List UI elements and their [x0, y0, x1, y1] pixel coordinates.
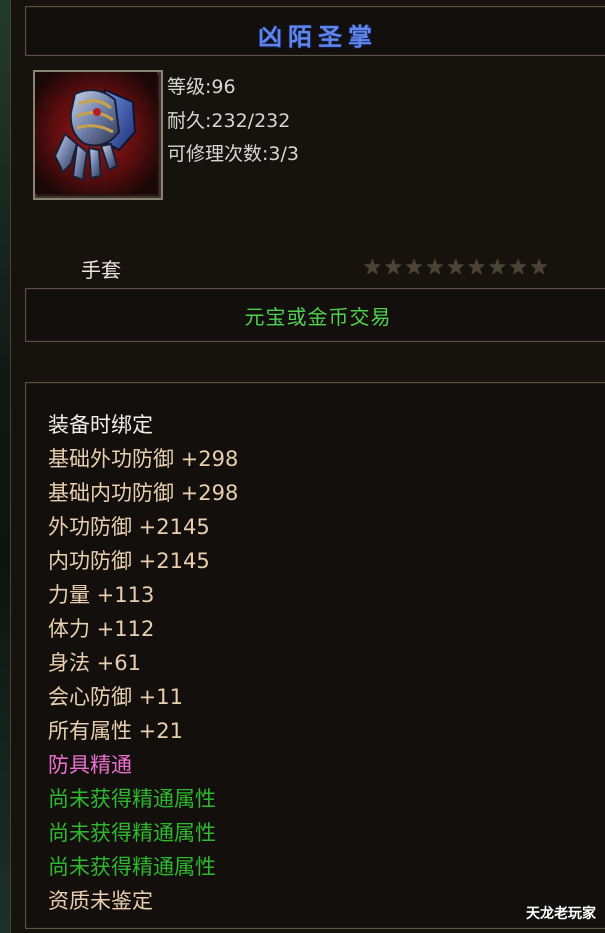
attr-strength: 力量 +113: [48, 583, 155, 607]
background-edge: [0, 0, 10, 933]
star-icon: ★: [529, 255, 549, 279]
watermark: 天龙老玩家: [526, 906, 596, 922]
gauntlet-icon: [35, 72, 157, 194]
star-icon: ★: [467, 255, 486, 279]
item-type: 手套: [81, 258, 121, 282]
item-name: 凶陌圣掌: [258, 23, 378, 51]
star-icon: ★: [446, 255, 466, 279]
star-icon: ★: [404, 255, 424, 279]
attr-crit-def: 会心防御 +11: [48, 685, 183, 709]
attr-all: 所有属性 +21: [48, 719, 183, 743]
quality-status: 资质未鉴定: [48, 889, 153, 913]
item-durability: 耐久:232/232: [167, 110, 291, 132]
item-level: 等级:96: [167, 76, 236, 98]
bind-status: 装备时绑定: [48, 413, 153, 437]
mastery-title: 防具精通: [48, 753, 132, 777]
trade-box: 元宝或金币交易: [25, 288, 605, 342]
star-icon: ★: [508, 255, 528, 279]
attr-stamina: 体力 +112: [48, 617, 155, 641]
star-icon: ★: [425, 255, 445, 279]
item-tooltip-panel: 凶陌圣掌 等级:96 耐久:232/232 可修理次数:3/3 手套 ★ ★ ★…: [10, 0, 605, 933]
star-icon: ★: [363, 255, 382, 279]
title-box: 凶陌圣掌: [25, 6, 605, 56]
item-icon-frame: [33, 70, 163, 200]
trade-type: 元宝或金币交易: [244, 305, 392, 329]
mastery-line-1: 尚未获得精通属性: [48, 787, 216, 811]
attr-int-def: 内功防御 +2145: [48, 549, 210, 573]
mastery-line-3: 尚未获得精通属性: [48, 855, 216, 879]
item-repair-count: 可修理次数:3/3: [167, 143, 299, 165]
star-icon: ★: [383, 255, 403, 279]
attr-ext-def: 外功防御 +2145: [48, 515, 210, 539]
attr-base-int-def: 基础内功防御 +298: [48, 481, 239, 505]
mastery-line-2: 尚未获得精通属性: [48, 821, 216, 845]
star-icon: ★: [487, 255, 507, 279]
star-rating: ★ ★ ★ ★ ★ ★ ★ ★ ★: [363, 256, 548, 278]
attr-agility: 身法 +61: [48, 651, 141, 675]
attribute-box: 装备时绑定 基础外功防御 +298 基础内功防御 +298 外功防御 +2145…: [25, 382, 605, 929]
attr-base-ext-def: 基础外功防御 +298: [48, 447, 239, 471]
